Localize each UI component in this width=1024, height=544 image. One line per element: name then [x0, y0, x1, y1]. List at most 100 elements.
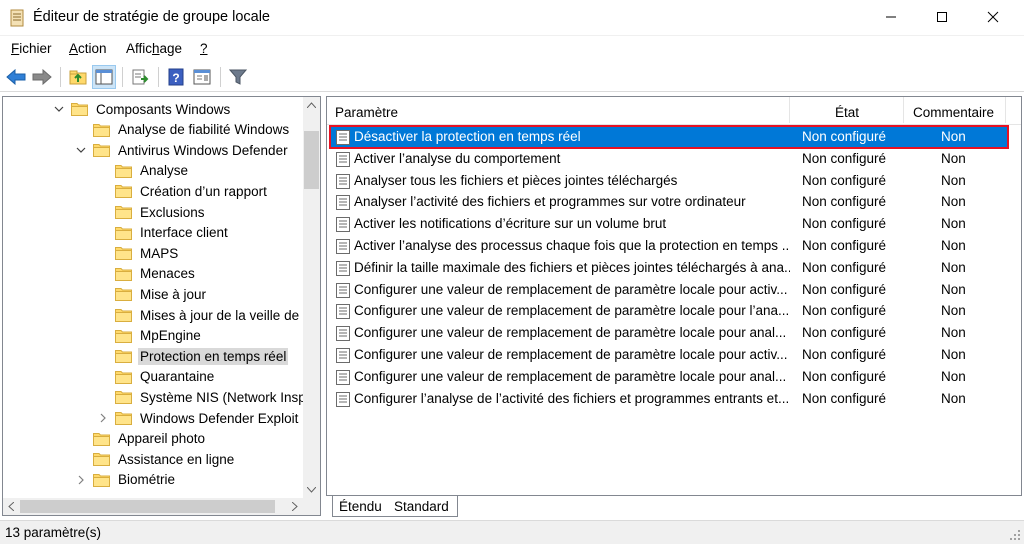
setting-row[interactable]: Définir la taille maximale des fichiers …: [330, 257, 1008, 279]
tree-vertical-scrollbar[interactable]: [303, 97, 320, 498]
status-count: 13 paramètre(s): [5, 525, 102, 540]
tree-horizontal-scroll-thumb[interactable]: [20, 500, 275, 513]
minimize-button[interactable]: [868, 0, 914, 34]
tree-item[interactable]: Mises à jour de la veille de: [115, 305, 301, 325]
chevron-down-icon[interactable]: [75, 144, 87, 156]
tree-item[interactable]: Composants Windows: [54, 99, 232, 119]
setting-row[interactable]: Configurer une valeur de remplacement de…: [330, 279, 1008, 301]
folder-icon: [115, 247, 132, 261]
help-button[interactable]: ?: [164, 65, 188, 89]
policy-setting-icon: [336, 282, 350, 298]
column-header-setting[interactable]: Paramètre: [335, 105, 398, 120]
scroll-corner: [303, 498, 320, 515]
policy-setting-icon: [336, 217, 350, 233]
scroll-down-arrow-icon: [307, 487, 316, 493]
setting-row[interactable]: Configurer une valeur de remplacement de…: [330, 344, 1008, 366]
folder-icon: [93, 144, 110, 158]
setting-row[interactable]: Configurer l’analyse de l’activité des f…: [330, 388, 1008, 410]
tree-item[interactable]: Création d’un rapport: [115, 181, 269, 201]
tree-pane[interactable]: Composants Windows Analyse de fiabilité W…: [2, 96, 321, 516]
setting-name: Configurer une valeur de remplacement de…: [354, 368, 787, 384]
column-header-comment[interactable]: Commentaire: [913, 105, 994, 120]
setting-name: Analyser tous les fichiers et pièces joi…: [354, 172, 678, 188]
folder-icon: [71, 103, 88, 116]
tree-item[interactable]: Protection en temps réel: [115, 346, 289, 366]
policy-setting-icon: [336, 326, 350, 342]
setting-name: Configurer une valeur de remplacement de…: [354, 325, 787, 341]
tree-item[interactable]: Interface client: [115, 223, 230, 243]
setting-row[interactable]: Activer les notifications d’écriture sur…: [330, 213, 1008, 235]
tree-item[interactable]: Exclusions: [115, 202, 207, 222]
menu-fichier[interactable]: Fichier: [11, 41, 52, 56]
menu-action[interactable]: Action: [69, 41, 107, 56]
show-hide-tree-icon: [95, 69, 113, 85]
column-header-state[interactable]: État: [835, 105, 859, 120]
tree-item[interactable]: Système NIS (Network Inspe: [115, 387, 315, 407]
tree-item[interactable]: Biométrie: [78, 470, 177, 490]
close-button[interactable]: [970, 0, 1016, 34]
chevron-right-icon[interactable]: [75, 474, 87, 486]
tree-item[interactable]: Analyse de fiabilité Windows: [93, 120, 291, 140]
tab-standard[interactable]: Standard: [388, 496, 458, 517]
tree-item-label: Mise à jour: [140, 286, 207, 302]
policy-setting-icon: [336, 391, 350, 407]
policy-setting-icon: [336, 195, 350, 211]
folder-icon: [93, 432, 110, 446]
folder-icon: [93, 453, 110, 467]
setting-row[interactable]: Analyser l’activité des fichiers et prog…: [330, 191, 1008, 213]
folder-icon: [115, 226, 132, 240]
tree-item[interactable]: Appareil photo: [93, 429, 207, 449]
setting-row[interactable]: Configurer une valeur de remplacement de…: [330, 300, 1008, 322]
tree-item-label: Antivirus Windows Defender: [118, 142, 288, 158]
tree-item[interactable]: Windows Defender Exploit: [100, 408, 300, 428]
settings-list-pane: Paramètre État Commentaire Désactiver la…: [326, 96, 1022, 496]
resize-grip-icon[interactable]: [1009, 529, 1021, 541]
folder-icon: [93, 123, 110, 137]
back-button[interactable]: [4, 65, 28, 89]
view-tabs: Étendu Standard: [326, 496, 1022, 518]
setting-row[interactable]: Activer l’analyse du comportement Non con…: [330, 148, 1008, 170]
tree-item[interactable]: Menaces: [115, 264, 197, 284]
maximize-button[interactable]: [919, 0, 965, 34]
tree-item[interactable]: Quarantaine: [115, 367, 216, 387]
setting-row[interactable]: Analyser tous les fichiers et pièces joi…: [330, 170, 1008, 192]
setting-comment: Non: [941, 194, 966, 210]
setting-name: Activer l’analyse des processus chaque f…: [354, 238, 790, 253]
chevron-right-icon[interactable]: [97, 412, 109, 424]
setting-name: Désactiver la protection en temps réel: [354, 129, 581, 144]
setting-name: Configurer une valeur de remplacement de…: [354, 347, 788, 362]
setting-row[interactable]: Désactiver la protection en temps réel No…: [329, 125, 1009, 149]
window-title: Éditeur de stratégie de groupe locale: [33, 9, 270, 25]
setting-row[interactable]: Activer l’analyse des processus chaque f…: [330, 235, 1008, 257]
setting-state: Non configuré: [802, 172, 887, 188]
tree-item[interactable]: Analyse: [115, 161, 190, 181]
menu-help[interactable]: ?: [200, 41, 208, 56]
tree-item[interactable]: MpEngine: [115, 326, 203, 346]
tab-etendu[interactable]: Étendu: [332, 496, 388, 517]
tree-vertical-scroll-thumb[interactable]: [304, 131, 319, 189]
tree-item-label: Création d’un rapport: [140, 183, 267, 199]
up-folder-button[interactable]: [66, 65, 90, 89]
export-list-button[interactable]: [128, 65, 152, 89]
tree-item[interactable]: Mise à jour: [115, 284, 208, 304]
tree-item-label: Composants Windows: [96, 101, 231, 117]
setting-comment: Non: [941, 390, 966, 406]
setting-row[interactable]: Configurer une valeur de remplacement de…: [330, 322, 1008, 344]
setting-name: Activer l’analyse du comportement: [354, 150, 561, 166]
show-hide-tree-button[interactable]: [92, 65, 116, 89]
forward-button[interactable]: [30, 65, 54, 89]
tree-item[interactable]: Assistance en ligne: [93, 449, 236, 469]
chevron-down-icon[interactable]: [53, 103, 65, 115]
filter-button[interactable]: [226, 65, 250, 89]
policy-setting-icon: [336, 260, 350, 276]
tree-item[interactable]: MAPS: [115, 243, 180, 263]
setting-row[interactable]: Configurer une valeur de remplacement de…: [330, 366, 1008, 388]
tree-horizontal-scrollbar[interactable]: [3, 498, 303, 515]
menu-affichage[interactable]: Affichage: [126, 41, 182, 56]
tree-item[interactable]: Antivirus Windows Defender: [76, 140, 290, 160]
properties-button[interactable]: [190, 65, 214, 89]
folder-icon: [115, 350, 132, 364]
tree-item-label: Biométrie: [118, 472, 176, 488]
setting-state: Non configuré: [802, 347, 887, 362]
setting-state: Non configuré: [802, 368, 887, 384]
